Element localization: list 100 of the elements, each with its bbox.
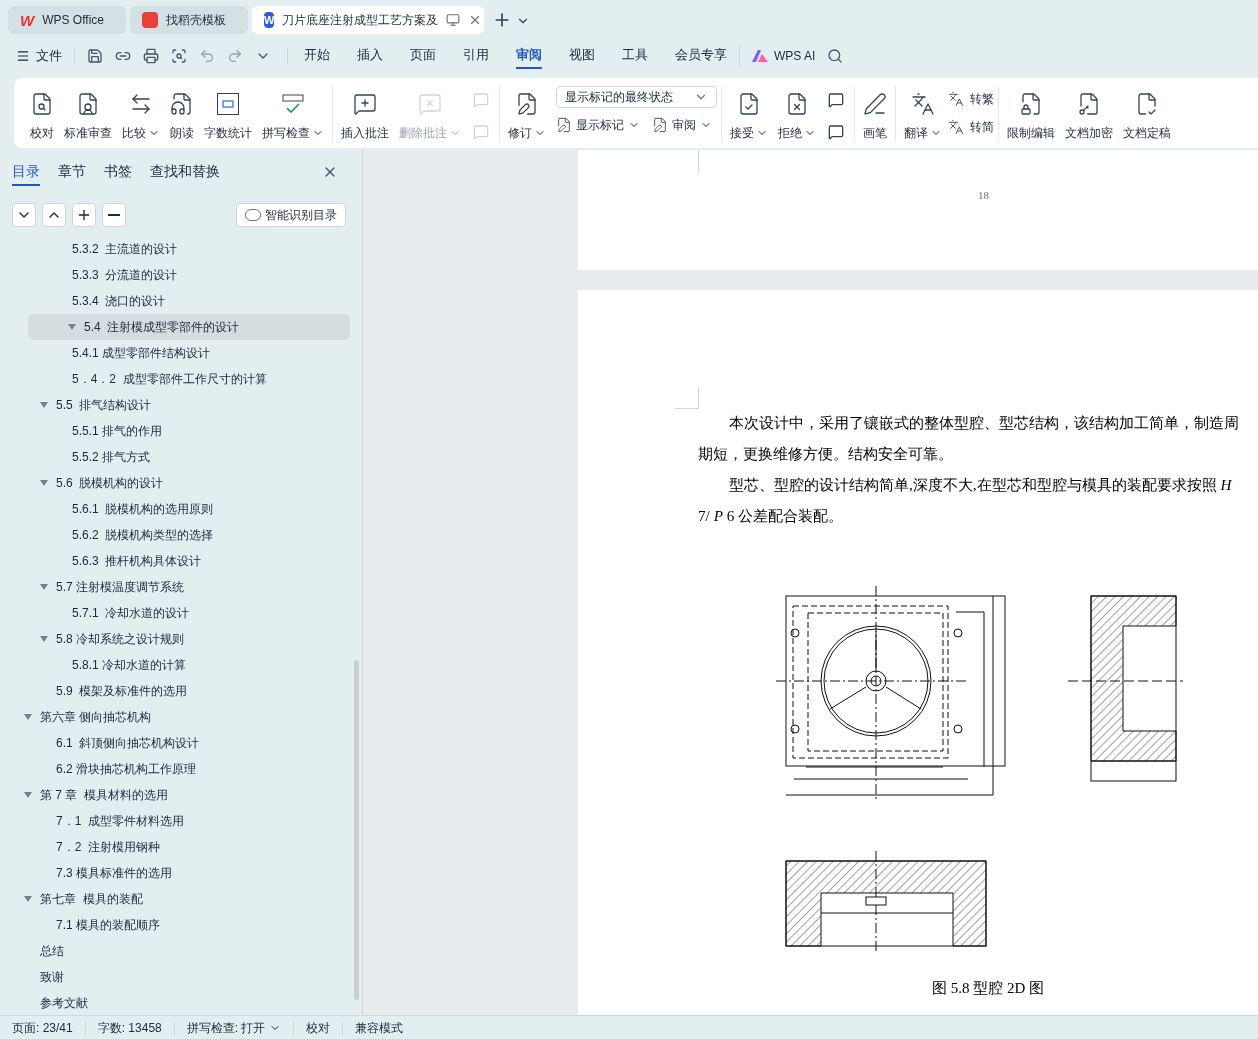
menu-icon (16, 49, 30, 63)
toc-item[interactable]: 5.9 模架及标准件的选用 (0, 678, 350, 704)
ribbon-button[interactable]: 审阅 (652, 116, 712, 134)
ribbon-button[interactable]: 限制编辑 (1003, 86, 1059, 142)
ribbon-tab[interactable]: 会员专享 (675, 43, 727, 69)
window-tab[interactable]: 找稻壳模板 (130, 6, 248, 34)
expand-button[interactable] (42, 203, 66, 227)
status-item[interactable]: 字数: 13458 (97, 1018, 162, 1037)
toc-item[interactable]: 5.3.4 浇口的设计 (0, 288, 350, 314)
document-pen-icon (652, 117, 668, 133)
ribbon-button[interactable]: 文档定稿 (1119, 86, 1175, 142)
ribbon-button[interactable]: 插入批注 (337, 86, 393, 142)
toc-item[interactable]: 6.1 斜顶侧向抽芯机构设计 (0, 730, 350, 756)
sidebar-tab[interactable]: 书签 (104, 158, 132, 186)
sidebar-tab[interactable]: 查找和替换 (150, 158, 220, 186)
window-tab[interactable]: W 刀片底座注射成型工艺方案及 (252, 6, 484, 34)
triangle-down-icon[interactable] (40, 480, 48, 486)
save-icon[interactable] (87, 48, 103, 64)
smart-toc-button[interactable]: 智能识别目录 (236, 203, 346, 227)
comment-arrow-button[interactable] (826, 90, 846, 110)
toc-item[interactable]: 5.6 脱模机构的设计 (0, 470, 350, 496)
toc-item[interactable]: 5.6.1 脱模机构的选用原则 (0, 496, 350, 522)
toc-item[interactable]: 致谢 (0, 964, 350, 990)
ribbon-tab[interactable]: 审阅 (516, 43, 542, 69)
redo-icon[interactable] (227, 48, 243, 64)
toc-item[interactable]: 第六章 侧向抽芯机构 (0, 704, 350, 730)
scrollbar-thumb[interactable] (354, 660, 359, 1000)
comment-arrow-button[interactable] (826, 122, 846, 142)
add-button[interactable] (72, 203, 96, 227)
window-tab[interactable]: W WPS Office (8, 6, 126, 34)
toc-item[interactable]: 5.4.1 成型零部件结构设计 (0, 340, 350, 366)
toc-item[interactable]: 7．1 成型零件材料选用 (0, 808, 350, 834)
triangle-down-icon[interactable] (24, 896, 32, 902)
toc-item[interactable]: 第七章 模具的装配 (0, 886, 350, 912)
print-icon[interactable] (143, 48, 159, 64)
file-menu-button[interactable]: 文件 (16, 46, 62, 66)
search-icon[interactable] (827, 48, 844, 64)
toc-item[interactable]: 5．4．2 成型零部件工作尺寸的计算 (0, 366, 350, 392)
toc-item[interactable]: 6.2 滑块抽芯机构工作原理 (0, 756, 350, 782)
ribbon-button[interactable]: 字数统计 (200, 86, 256, 142)
toc-item[interactable]: 5.5 排气结构设计 (0, 392, 350, 418)
ribbon-button[interactable]: 画笔 (859, 86, 891, 142)
toc-item[interactable]: 7.3 模具标准件的选用 (0, 860, 350, 886)
ribbon-tab[interactable]: 插入 (357, 43, 383, 69)
toc-item[interactable]: 总结 (0, 938, 350, 964)
toc-item[interactable]: 5.3.3 分流道的设计 (0, 262, 350, 288)
status-item[interactable]: 校对 (306, 1018, 331, 1037)
ribbon-tab[interactable]: 引用 (463, 43, 489, 69)
body-paragraph: 本次设计中，采用了镶嵌式的整体型腔、型芯结构，该结构加工简单，制造周期短，更换维修方便。结构安全可靠。 (698, 413, 1240, 464)
ribbon-button[interactable]: 显示标记 (556, 116, 640, 134)
triangle-down-icon[interactable] (24, 792, 32, 798)
toc-item[interactable]: 参考文献 (0, 990, 350, 1015)
toc-item[interactable]: 5.8 冷却系统之设计规则 (0, 626, 350, 652)
status-item[interactable]: 页面: 23/41 (12, 1018, 73, 1037)
toc-item[interactable]: 5.3.2 主流道的设计 (0, 236, 350, 262)
toc-item[interactable]: 5.8.1 冷却水道的计算 (0, 652, 350, 678)
sidebar-tab[interactable]: 章节 (58, 158, 86, 186)
ribbon-button[interactable]: 标准审查 (60, 86, 116, 142)
ribbon-button[interactable]: 文档加密 (1061, 86, 1117, 142)
ribbon-button[interactable]: 转繁 (948, 90, 994, 108)
toc-item[interactable]: 5.6.2 脱模机构类型的选择 (0, 522, 350, 548)
toc-item[interactable]: 5.5.2 排气方式 (0, 444, 350, 470)
status-item[interactable]: 拼写检查: 打开 (186, 1018, 282, 1037)
ribbon-tab[interactable]: 页面 (410, 43, 436, 69)
ribbon-button[interactable]: 接受 (726, 86, 772, 142)
ribbon-button[interactable]: 修订 (504, 86, 550, 142)
toc-item[interactable]: 第 7 章 模具材料的选用 (0, 782, 350, 808)
ribbon-button[interactable]: 朗读 (166, 86, 198, 142)
status-item[interactable]: 兼容模式 (355, 1018, 404, 1037)
comment-x-icon (418, 92, 442, 116)
triangle-down-icon[interactable] (68, 324, 76, 330)
ribbon-tab[interactable]: 工具 (622, 43, 648, 69)
toc-item[interactable]: 7.1 模具的装配顺序 (0, 912, 350, 938)
toc-item[interactable]: 5.7.1 冷却水道的设计 (0, 600, 350, 626)
remove-button[interactable] (102, 203, 126, 227)
ribbon-button[interactable]: 转简 (948, 118, 994, 136)
toc-item[interactable]: 5.6.3 推杆机构具体设计 (0, 548, 350, 574)
sidebar-tab[interactable]: 目录 (12, 158, 40, 186)
ribbon-button[interactable]: 拒绝 (774, 86, 820, 142)
ribbon-button[interactable]: 比较 (118, 86, 164, 142)
toc-item[interactable]: 5.5.1 排气的作用 (0, 418, 350, 444)
print-preview-icon[interactable] (171, 48, 187, 64)
ribbon-tab[interactable]: 视图 (569, 43, 595, 69)
ribbon-tab[interactable]: 开始 (304, 43, 330, 69)
triangle-down-icon[interactable] (40, 402, 48, 408)
toc-item[interactable]: 7．2 注射模用钢种 (0, 834, 350, 860)
undo-icon[interactable] (199, 48, 215, 64)
toc-item[interactable]: 5.4 注射模成型零部件的设计 (28, 314, 350, 340)
markup-dropdown[interactable]: 显示标记的最终状态 (556, 86, 717, 108)
triangle-down-icon[interactable] (40, 584, 48, 590)
ai-button[interactable]: WPS AI (752, 47, 816, 65)
triangle-down-icon[interactable] (40, 636, 48, 642)
app-logo (142, 12, 158, 28)
ribbon-button[interactable]: 校对 (26, 86, 58, 142)
triangle-down-icon[interactable] (24, 714, 32, 720)
document-pen-icon (556, 117, 572, 133)
ribbon-button[interactable]: 拼写检查 (258, 86, 328, 142)
toc-item[interactable]: 5.7 注射模温度调节系统 (0, 574, 350, 600)
ribbon-button[interactable]: 翻译 (900, 86, 946, 142)
collapse-button[interactable] (12, 203, 36, 227)
